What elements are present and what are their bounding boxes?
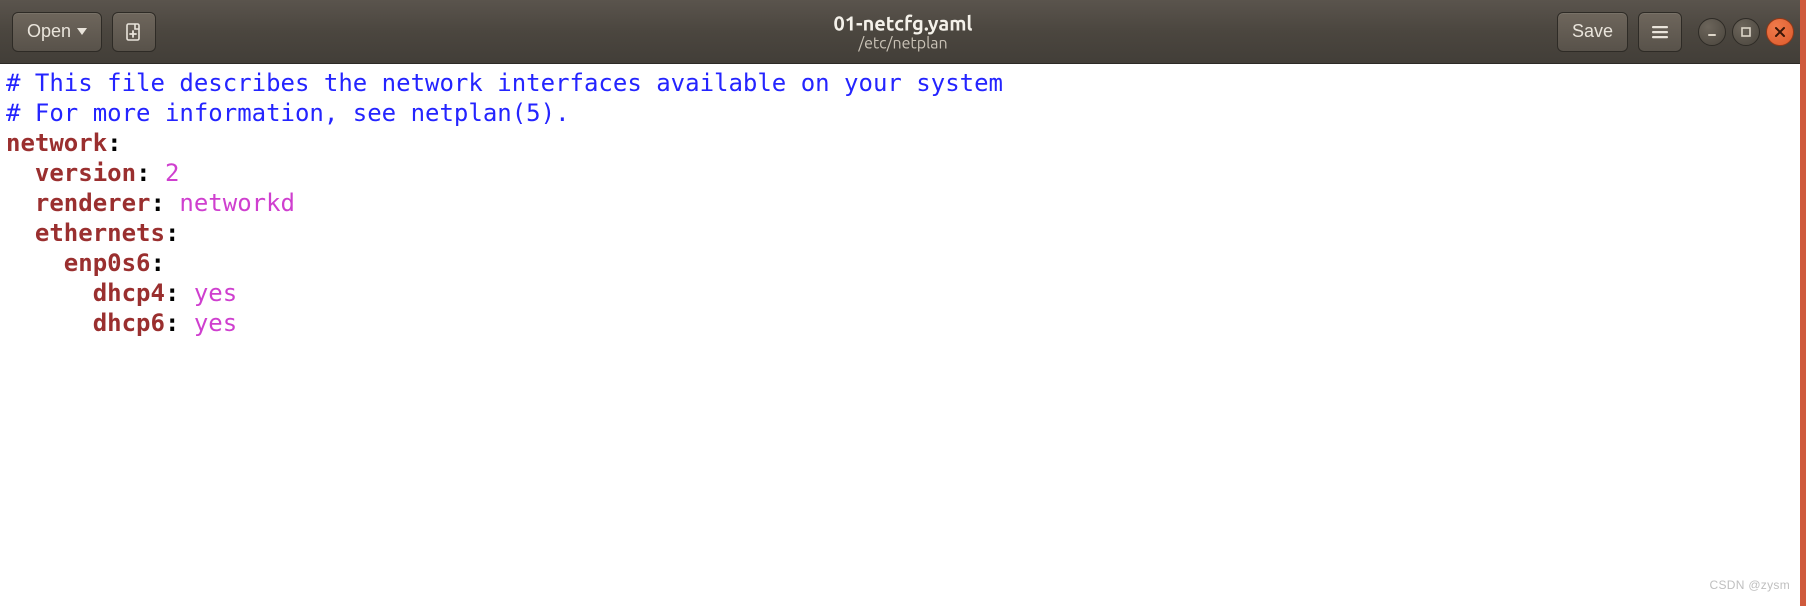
window-maximize-button[interactable] (1732, 18, 1760, 46)
indent (6, 219, 35, 247)
yaml-scalar: 2 (165, 159, 179, 187)
maximize-icon (1739, 25, 1753, 39)
yaml-scalar: yes (194, 279, 237, 307)
yaml-colon: : (165, 279, 194, 307)
indent (6, 189, 35, 217)
window-controls (1698, 18, 1794, 46)
code-comment: # This file describes the network interf… (6, 69, 1003, 97)
yaml-key: dhcp4 (93, 279, 165, 307)
document-path: /etc/netplan (833, 34, 972, 52)
open-button[interactable]: Open (12, 12, 102, 52)
open-button-label: Open (27, 21, 71, 42)
title-bar: Open 01-netcfg.yaml /etc/netplan Save (0, 0, 1806, 64)
window-close-button[interactable] (1766, 18, 1794, 46)
window-minimize-button[interactable] (1698, 18, 1726, 46)
yaml-colon: : (165, 309, 194, 337)
yaml-key: version (35, 159, 136, 187)
hamburger-icon (1650, 22, 1670, 42)
yaml-scalar: yes (194, 309, 237, 337)
indent (6, 249, 64, 277)
indent (6, 309, 93, 337)
yaml-colon: : (136, 159, 165, 187)
yaml-key: ethernets (35, 219, 165, 247)
yaml-key: dhcp6 (93, 309, 165, 337)
indent (6, 279, 93, 307)
yaml-key: network (6, 129, 107, 157)
chevron-down-icon (77, 28, 87, 35)
yaml-colon: : (151, 189, 180, 217)
title-center: 01-netcfg.yaml /etc/netplan (833, 11, 972, 52)
yaml-key: renderer (35, 189, 151, 217)
new-tab-button[interactable] (112, 12, 156, 52)
yaml-colon: : (151, 249, 165, 277)
close-icon (1773, 25, 1787, 39)
yaml-key: enp0s6 (64, 249, 151, 277)
document-title: 01-netcfg.yaml (833, 11, 972, 34)
indent (6, 159, 35, 187)
save-button-label: Save (1572, 21, 1613, 42)
save-button[interactable]: Save (1557, 12, 1628, 52)
code-comment: # For more information, see netplan(5). (6, 99, 570, 127)
header-right-group: Save (1557, 12, 1794, 52)
yaml-colon: : (165, 219, 179, 247)
yaml-scalar: networkd (179, 189, 295, 217)
minimize-icon (1705, 25, 1719, 39)
yaml-colon: : (107, 129, 121, 157)
new-document-icon (124, 22, 144, 42)
watermark: CSDN @zysm (1709, 570, 1790, 600)
editor-area[interactable]: # This file describes the network interf… (0, 64, 1806, 606)
hamburger-menu-button[interactable] (1638, 12, 1682, 52)
